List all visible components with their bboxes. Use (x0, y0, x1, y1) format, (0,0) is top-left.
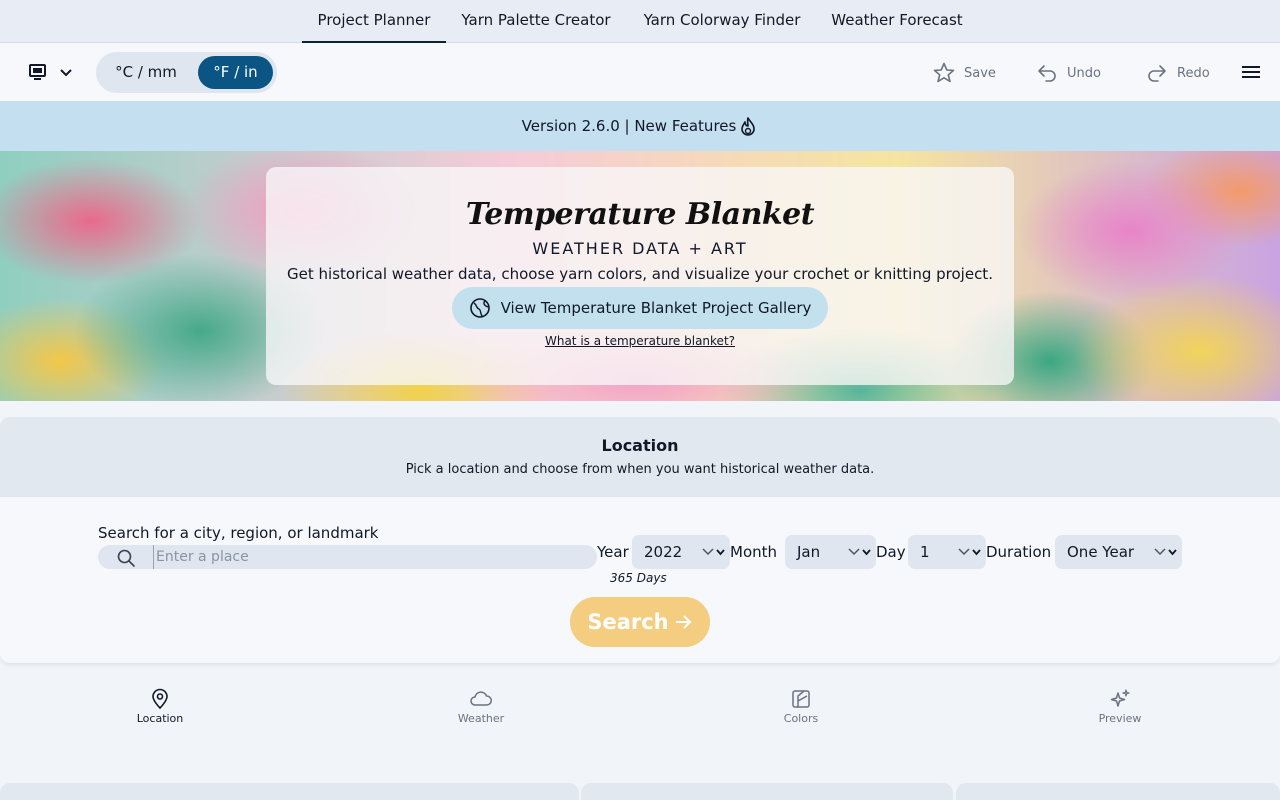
duration-select[interactable]: One Year (1055, 535, 1182, 569)
menu-button[interactable] (1240, 63, 1262, 81)
hero-banner: Temperature Blanket WEATHER DATA + ART G… (0, 151, 1280, 401)
month-label: Month (730, 543, 778, 561)
step-tab-weather[interactable]: Weather (431, 688, 531, 725)
palette-icon (792, 690, 810, 708)
project-gallery-label: View Temperature Blanket Project Gallery (500, 299, 812, 317)
star-icon (933, 62, 955, 83)
place-search-input[interactable] (153, 545, 593, 569)
day-select[interactable]: 1 (908, 535, 986, 569)
redo-label: Redo (1177, 65, 1210, 81)
version-banner[interactable]: Version 2.6.0 | New Features (0, 101, 1280, 151)
top-navigation: Project Planner Yarn Palette Creator Yar… (0, 0, 1280, 43)
year-select[interactable]: 2022 (632, 535, 730, 569)
day-value: 1 (920, 543, 930, 561)
place-search-box[interactable] (98, 545, 597, 569)
app-description: Get historical weather data, choose yarn… (287, 265, 993, 283)
search-label: Search for a city, region, or landmark (98, 524, 379, 542)
search-button[interactable]: Search (570, 597, 710, 647)
monitor-icon (29, 64, 72, 80)
hero-card: Temperature Blanket WEATHER DATA + ART G… (266, 167, 1014, 385)
device-selector[interactable] (26, 61, 78, 83)
duration-label: Duration (986, 543, 1052, 561)
tab-weather-forecast[interactable]: Weather Forecast (820, 0, 974, 43)
unit-fahrenheit-option[interactable]: °F / in (198, 56, 273, 89)
cloud-icon (470, 691, 492, 706)
tab-yarn-colorway-finder[interactable]: Yarn Colorway Finder (630, 0, 814, 43)
undo-button[interactable]: Undo (1035, 60, 1101, 86)
month-value: Jan (797, 543, 821, 561)
search-icon (117, 549, 135, 567)
bottom-panel-right (956, 783, 1280, 800)
chevron-down-icon (848, 548, 871, 556)
redo-icon (1148, 65, 1166, 82)
tab-yarn-palette-creator[interactable]: Yarn Palette Creator (450, 0, 622, 43)
globe-icon (469, 298, 490, 318)
year-value: 2022 (644, 543, 683, 561)
step-label-colors: Colors (783, 712, 819, 725)
arrow-right-icon (675, 615, 692, 629)
unit-celsius-option[interactable]: °C / mm (100, 56, 192, 89)
app-title: Temperature Blanket (465, 197, 815, 232)
location-form: Search for a city, region, or landmark Y… (0, 497, 1280, 663)
step-tab-location[interactable]: Location (110, 688, 210, 725)
search-button-label: Search (587, 610, 669, 634)
map-pin-icon (152, 688, 168, 710)
step-tab-colors[interactable]: Colors (751, 688, 851, 725)
location-title: Location (601, 436, 679, 455)
chevron-down-icon (702, 548, 725, 556)
day-label: Day (876, 543, 906, 561)
bottom-panel-center (581, 783, 953, 800)
what-is-temperature-blanket-link[interactable]: What is a temperature blanket? (266, 334, 1014, 348)
step-label-preview: Preview (1098, 712, 1142, 725)
project-gallery-button[interactable]: View Temperature Blanket Project Gallery (452, 287, 828, 329)
duration-days-note: 365 Days (610, 571, 667, 585)
redo-button[interactable]: Redo (1145, 60, 1210, 86)
duration-value: One Year (1067, 543, 1135, 561)
undo-label: Undo (1067, 65, 1101, 81)
chevron-down-icon (958, 548, 981, 556)
undo-icon (1038, 65, 1056, 82)
bottom-panel-left (0, 783, 579, 800)
month-select[interactable]: Jan (785, 535, 876, 569)
step-tab-preview[interactable]: Preview (1070, 688, 1170, 725)
tab-project-planner[interactable]: Project Planner (302, 0, 446, 43)
unit-toggle: °C / mm °F / in (96, 52, 277, 93)
hamburger-menu-icon (1242, 66, 1260, 78)
chevron-down-icon (1154, 548, 1177, 556)
step-label-weather: Weather (457, 712, 505, 725)
year-label: Year (597, 543, 629, 561)
step-label-location: Location (136, 712, 184, 725)
toolbar: °C / mm °F / in Save Undo Redo (0, 43, 1280, 101)
save-label: Save (964, 65, 996, 81)
save-button[interactable]: Save (932, 60, 996, 86)
app-subtitle: WEATHER DATA + ART (532, 239, 748, 258)
location-section-header: Location Pick a location and choose from… (0, 417, 1280, 497)
version-banner-text: Version 2.6.0 | New Features (521, 117, 737, 135)
sparkles-icon (1110, 689, 1130, 707)
flame-icon (741, 116, 756, 136)
location-subtitle: Pick a location and choose from when you… (405, 462, 875, 477)
